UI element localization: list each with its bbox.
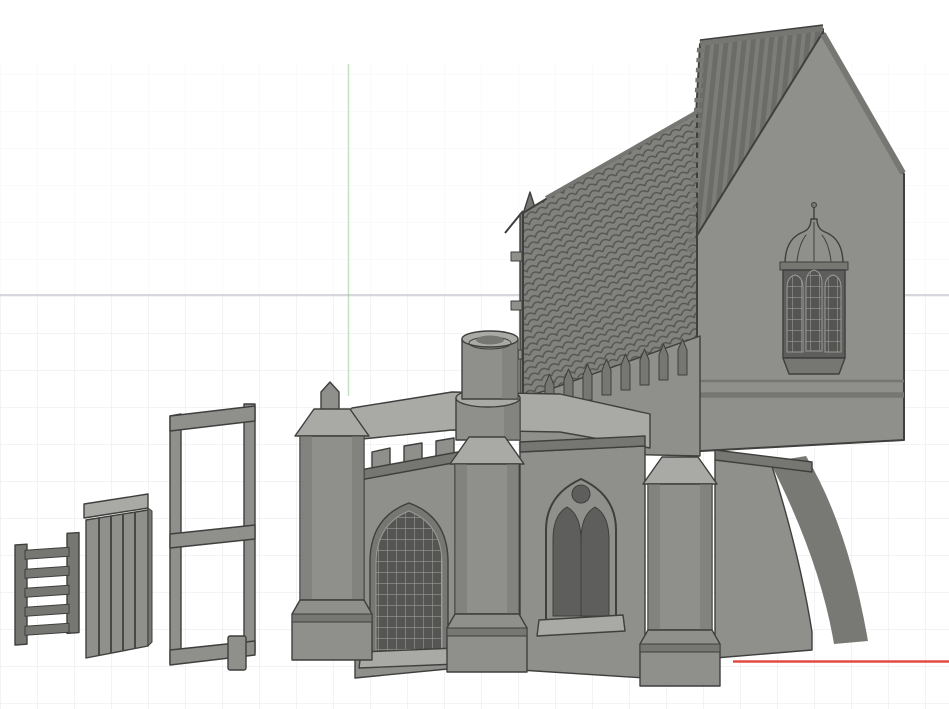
crate-body — [85, 509, 149, 659]
stair-tower-ledge — [510, 300, 523, 311]
frame-foot — [227, 635, 247, 671]
chimney-upper-shade — [502, 339, 518, 399]
tower-base — [291, 599, 373, 661]
tower-facet-shade — [352, 436, 364, 600]
tower-mid — [446, 436, 528, 673]
cad-viewport[interactable] — [0, 0, 949, 709]
stair-tower-ledge — [510, 251, 523, 262]
tower-base — [446, 613, 528, 673]
tower-facet-shade — [700, 484, 712, 630]
oriel-base — [782, 357, 846, 375]
chimneys — [455, 330, 521, 441]
tower-left — [291, 408, 373, 661]
tower-facet-shade — [648, 484, 660, 630]
oriel-glass-left — [786, 274, 804, 353]
part-ladder[interactable] — [14, 531, 80, 646]
tower-base-band — [639, 643, 721, 653]
tower-base — [639, 629, 721, 687]
tower-facet-shade — [455, 464, 467, 614]
oriel-glass-center — [805, 269, 823, 352]
oriel-cornice — [779, 261, 849, 271]
tower-facet-shade — [300, 436, 312, 600]
part-crate[interactable] — [83, 493, 153, 659]
window-left-glass — [375, 510, 443, 653]
oriel-finial-ball — [811, 202, 817, 208]
scene-svg — [0, 24, 949, 709]
window-center-lancet-right — [580, 506, 610, 617]
window-left-sill — [358, 647, 459, 669]
window-center-lancet-left — [552, 506, 582, 617]
tower-right — [639, 456, 721, 687]
tower-facet-shade — [507, 464, 519, 614]
crate-side — [147, 507, 153, 647]
tower-base-band — [446, 627, 528, 637]
chimney-upper-opening — [476, 335, 504, 345]
window-center-quatrefoil — [571, 484, 591, 504]
tower-base-band — [291, 613, 373, 623]
oriel-glass-right — [824, 274, 842, 353]
